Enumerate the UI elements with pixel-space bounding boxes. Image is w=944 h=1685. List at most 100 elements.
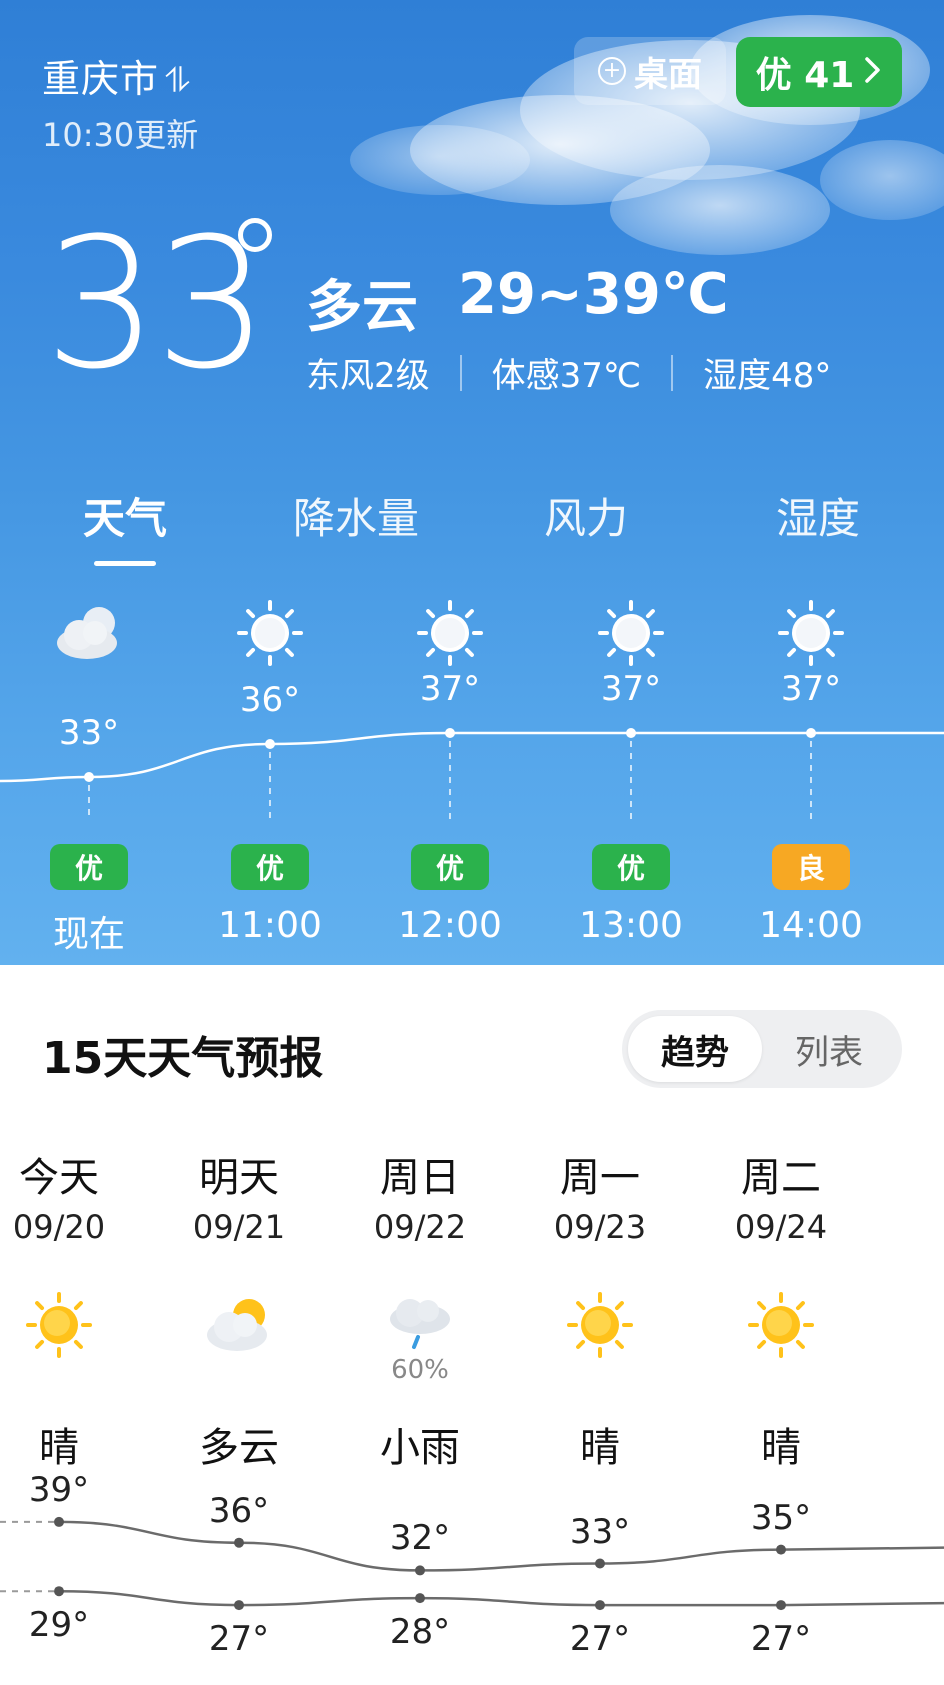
daily-weather-icon	[380, 1285, 460, 1365]
day-date: 09/20	[12, 1208, 106, 1246]
day-condition: 晴	[580, 1425, 620, 1471]
day-name: 周日	[380, 1155, 460, 1201]
high-temp-point	[776, 1544, 786, 1555]
hourly-time: 14:00	[759, 905, 863, 946]
partly-cloudy-icon	[57, 607, 117, 659]
update-time: 10:30更新	[42, 116, 199, 154]
hourly-temp-point	[84, 772, 94, 782]
hourly-tabs: 天气 降水量 风力 湿度	[0, 485, 944, 565]
today-temp-range: 29~39℃	[458, 262, 729, 327]
daily-weather-icon	[560, 1285, 640, 1365]
tab-wind[interactable]: 风力	[486, 485, 686, 546]
hourly-temp: 33°	[58, 713, 120, 753]
hourly-time: 11:00	[218, 905, 322, 946]
daily-weather-icon	[199, 1285, 279, 1365]
sun-icon	[598, 600, 664, 666]
daily-weather-icon	[19, 1285, 99, 1365]
low-temp-point	[54, 1586, 64, 1597]
hourly-weather-icon	[410, 593, 490, 673]
humidity-info: 湿度48°	[703, 356, 832, 396]
day-name: 今天	[19, 1155, 99, 1201]
tab-precipitation[interactable]: 降水量	[256, 485, 456, 546]
day-condition: 晴	[761, 1425, 801, 1471]
hourly-weather-icon	[49, 593, 129, 673]
high-temp-label: 35°	[750, 1497, 812, 1538]
wind-info: 东风2级	[306, 356, 430, 396]
low-temp-point	[415, 1593, 425, 1604]
city-name[interactable]: 重庆市 ⥮	[42, 48, 191, 103]
hourly-temp-point	[626, 728, 636, 738]
add-to-desktop-button[interactable]: + 桌面	[574, 37, 726, 105]
air-quality-button[interactable]: 优 41	[736, 37, 902, 107]
day-condition: 晴	[39, 1425, 79, 1471]
low-temp-line	[58, 1589, 944, 1607]
hourly-aqi-badge: 优	[50, 844, 128, 890]
hourly-temp-point	[806, 728, 816, 738]
hourly-weather-icon	[230, 593, 310, 673]
location-arrow-icon: ⥮	[165, 61, 191, 101]
high-temp-label: 36°	[208, 1490, 270, 1531]
precipitation-probability: 60%	[391, 1355, 449, 1385]
current-temperature: 33	[44, 200, 269, 409]
day-date: 09/22	[373, 1208, 467, 1246]
high-temp-point	[54, 1516, 64, 1527]
forecast-title: 15天天气预报	[42, 1033, 324, 1084]
day-name: 明天	[199, 1155, 279, 1201]
low-temp-point	[234, 1600, 244, 1611]
high-temp-point	[595, 1558, 605, 1569]
plus-circle-icon: +	[598, 57, 626, 85]
divider	[459, 354, 462, 391]
city-label: 重庆市	[42, 57, 160, 101]
low-temp-label: 29°	[28, 1605, 90, 1646]
active-tab-indicator	[94, 561, 156, 566]
hourly-temp: 37°	[419, 669, 481, 709]
list-view-button[interactable]: 列表	[762, 1016, 896, 1082]
aqi-label: 优 41	[755, 55, 855, 96]
current-weather-panel: 重庆市 ⥮ 10:30更新 + 桌面 优 41 33 多云 29~39℃ 东风2级…	[0, 0, 944, 965]
degree-symbol-icon	[238, 218, 272, 252]
hourly-aqi-badge: 优	[231, 844, 309, 890]
partly-cloudy-icon	[207, 1299, 267, 1351]
hourly-weather-icon	[591, 593, 671, 673]
trend-view-button[interactable]: 趋势	[628, 1016, 762, 1082]
hourly-aqi-badge: 良	[772, 844, 850, 890]
day-condition: 多云	[199, 1425, 279, 1471]
day-date: 09/21	[192, 1208, 286, 1246]
day-date: 09/24	[734, 1208, 828, 1246]
low-temp-label: 27°	[750, 1619, 812, 1660]
low-temp-label: 27°	[569, 1619, 631, 1660]
tab-humidity[interactable]: 湿度	[718, 485, 918, 546]
light-rain-icon	[390, 1299, 450, 1349]
hourly-temp-point	[445, 728, 455, 738]
hourly-temp-point	[265, 739, 275, 749]
high-temp-point	[415, 1565, 425, 1576]
sun-icon	[778, 600, 844, 666]
high-temp-label: 33°	[569, 1511, 631, 1552]
desktop-label: 桌面	[634, 54, 702, 95]
hourly-temp: 37°	[780, 669, 842, 709]
current-details: 东风2级 体感37℃ 湿度48°	[306, 348, 831, 397]
day-name: 周一	[560, 1155, 640, 1201]
sun-icon	[26, 1292, 92, 1358]
low-temp-point	[595, 1600, 605, 1611]
daily-weather-icon	[741, 1285, 821, 1365]
hourly-time: 12:00	[398, 905, 502, 946]
sun-icon	[237, 600, 303, 666]
low-temp-label: 28°	[389, 1612, 451, 1653]
sun-icon	[748, 1292, 814, 1358]
hourly-time: 13:00	[579, 905, 683, 946]
sun-icon	[567, 1292, 633, 1358]
hourly-temp: 37°	[600, 669, 662, 709]
hourly-time: 现在	[52, 914, 125, 955]
hourly-temp: 36°	[239, 680, 301, 720]
hourly-weather-icon	[771, 593, 851, 673]
chevron-right-icon	[864, 52, 882, 93]
sun-icon	[417, 600, 483, 666]
hourly-aqi-badge: 优	[411, 844, 489, 890]
high-temp-label: 39°	[28, 1469, 90, 1510]
tab-weather[interactable]: 天气	[25, 485, 225, 546]
hourly-aqi-badge: 优	[592, 844, 670, 890]
high-temp-label: 32°	[389, 1518, 451, 1559]
day-date: 09/23	[553, 1208, 647, 1246]
divider	[671, 354, 674, 391]
